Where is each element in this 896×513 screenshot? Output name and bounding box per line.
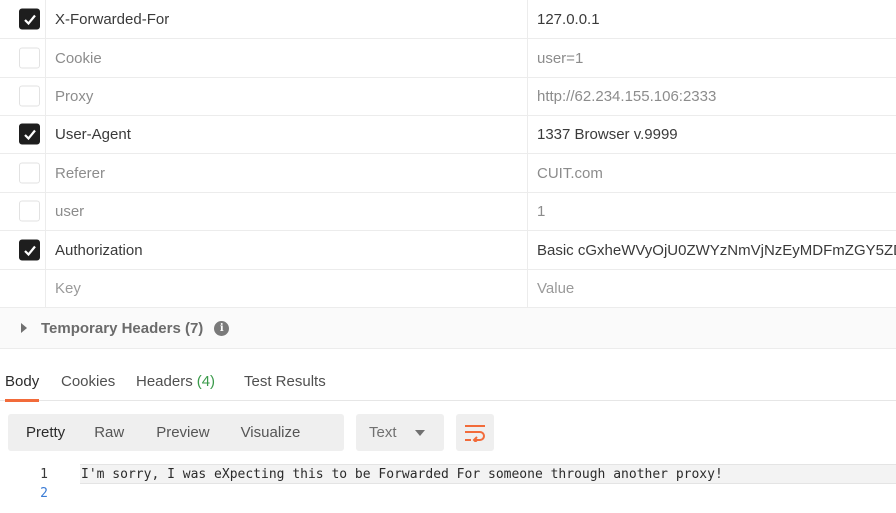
- check-icon: [24, 14, 36, 26]
- header-row: user 1: [0, 192, 896, 231]
- code-line: 2: [0, 484, 896, 504]
- temporary-headers-toggle[interactable]: Temporary Headers (7) i: [0, 308, 896, 349]
- tab-cookies-label: Cookies: [61, 373, 116, 390]
- body-toolbar: Pretty Raw Preview Visualize Text: [8, 414, 494, 451]
- tab-body[interactable]: Body: [5, 362, 40, 402]
- info-icon[interactable]: i: [214, 320, 230, 336]
- response-tabs: Body Cookies Headers (4) Test Results: [0, 362, 896, 402]
- check-icon: [24, 245, 36, 257]
- header-value[interactable]: 127.0.0.1: [528, 0, 896, 38]
- wrap-lines-button[interactable]: [456, 414, 494, 451]
- new-value-input[interactable]: Value: [528, 269, 896, 307]
- line-number: 1: [40, 467, 48, 482]
- header-key[interactable]: Referer: [46, 154, 528, 192]
- code-line-text: I'm sorry, I was eXpecting this to be Fo…: [81, 467, 723, 482]
- header-row: X-Forwarded-For 127.0.0.1: [0, 0, 896, 39]
- header-enabled-checkbox[interactable]: [19, 162, 40, 184]
- header-value[interactable]: CUIT.com: [528, 154, 896, 192]
- header-enabled-checkbox[interactable]: [19, 239, 40, 261]
- response-body-editor[interactable]: 1 I'm sorry, I was eXpecting this to be …: [0, 462, 896, 513]
- header-enabled-checkbox[interactable]: [19, 123, 40, 145]
- new-header-row: Key Value: [0, 269, 896, 308]
- header-key[interactable]: Cookie: [46, 39, 528, 77]
- check-icon: [24, 129, 36, 141]
- header-value[interactable]: Basic cGxheWVyOjU0ZWYzNmVjNzEyMDFmZGY5ZD: [528, 231, 896, 269]
- header-key[interactable]: Authorization: [46, 231, 528, 269]
- header-key[interactable]: X-Forwarded-For: [46, 0, 528, 38]
- temporary-headers-label[interactable]: Temporary Headers (7): [41, 320, 203, 337]
- header-key[interactable]: User-Agent: [46, 115, 528, 153]
- tab-test-results[interactable]: Test Results: [244, 362, 326, 401]
- line-number: 2: [40, 486, 48, 501]
- chevron-down-icon: [414, 429, 425, 436]
- header-enabled-checkbox[interactable]: [19, 200, 40, 222]
- pretty-button[interactable]: Pretty: [8, 414, 82, 451]
- header-key[interactable]: Proxy: [46, 77, 528, 115]
- header-row: Cookie user=1: [0, 39, 896, 78]
- header-value[interactable]: http://62.234.155.106:2333: [528, 77, 896, 115]
- new-key-input[interactable]: Key: [46, 269, 528, 307]
- header-enabled-checkbox[interactable]: [19, 8, 40, 30]
- header-value[interactable]: user=1: [528, 39, 896, 77]
- format-select[interactable]: Text: [356, 414, 444, 451]
- header-row: User-Agent 1337 Browser v.9999: [0, 115, 896, 154]
- header-value[interactable]: 1337 Browser v.9999: [528, 115, 896, 153]
- tab-headers[interactable]: Headers (4): [136, 362, 215, 401]
- view-mode-segment: Pretty Raw Preview Visualize: [8, 414, 344, 451]
- headers-count-badge: (4): [196, 373, 216, 390]
- header-row: Referer CUIT.com: [0, 154, 896, 193]
- caret-right-icon[interactable]: [21, 323, 27, 333]
- visualize-button[interactable]: Visualize: [227, 414, 318, 451]
- wrap-lines-icon: [465, 424, 485, 442]
- code-line: 1 I'm sorry, I was eXpecting this to be …: [40, 464, 896, 484]
- tab-cookies[interactable]: Cookies: [61, 362, 115, 401]
- header-enabled-checkbox[interactable]: [19, 85, 40, 107]
- tab-test-results-label: Test Results: [244, 373, 326, 390]
- format-select-value: Text: [369, 424, 397, 441]
- header-key[interactable]: user: [46, 192, 528, 230]
- tab-headers-label: Headers: [136, 373, 193, 390]
- header-enabled-checkbox[interactable]: [19, 47, 40, 69]
- preview-button[interactable]: Preview: [141, 414, 226, 451]
- header-row: Authorization Basic cGxheWVyOjU0ZWYzNmVj…: [0, 231, 896, 270]
- header-row: Proxy http://62.234.155.106:2333: [0, 77, 896, 116]
- tab-body-label: Body: [5, 373, 40, 390]
- raw-button[interactable]: Raw: [82, 414, 141, 451]
- header-value[interactable]: 1: [528, 192, 896, 230]
